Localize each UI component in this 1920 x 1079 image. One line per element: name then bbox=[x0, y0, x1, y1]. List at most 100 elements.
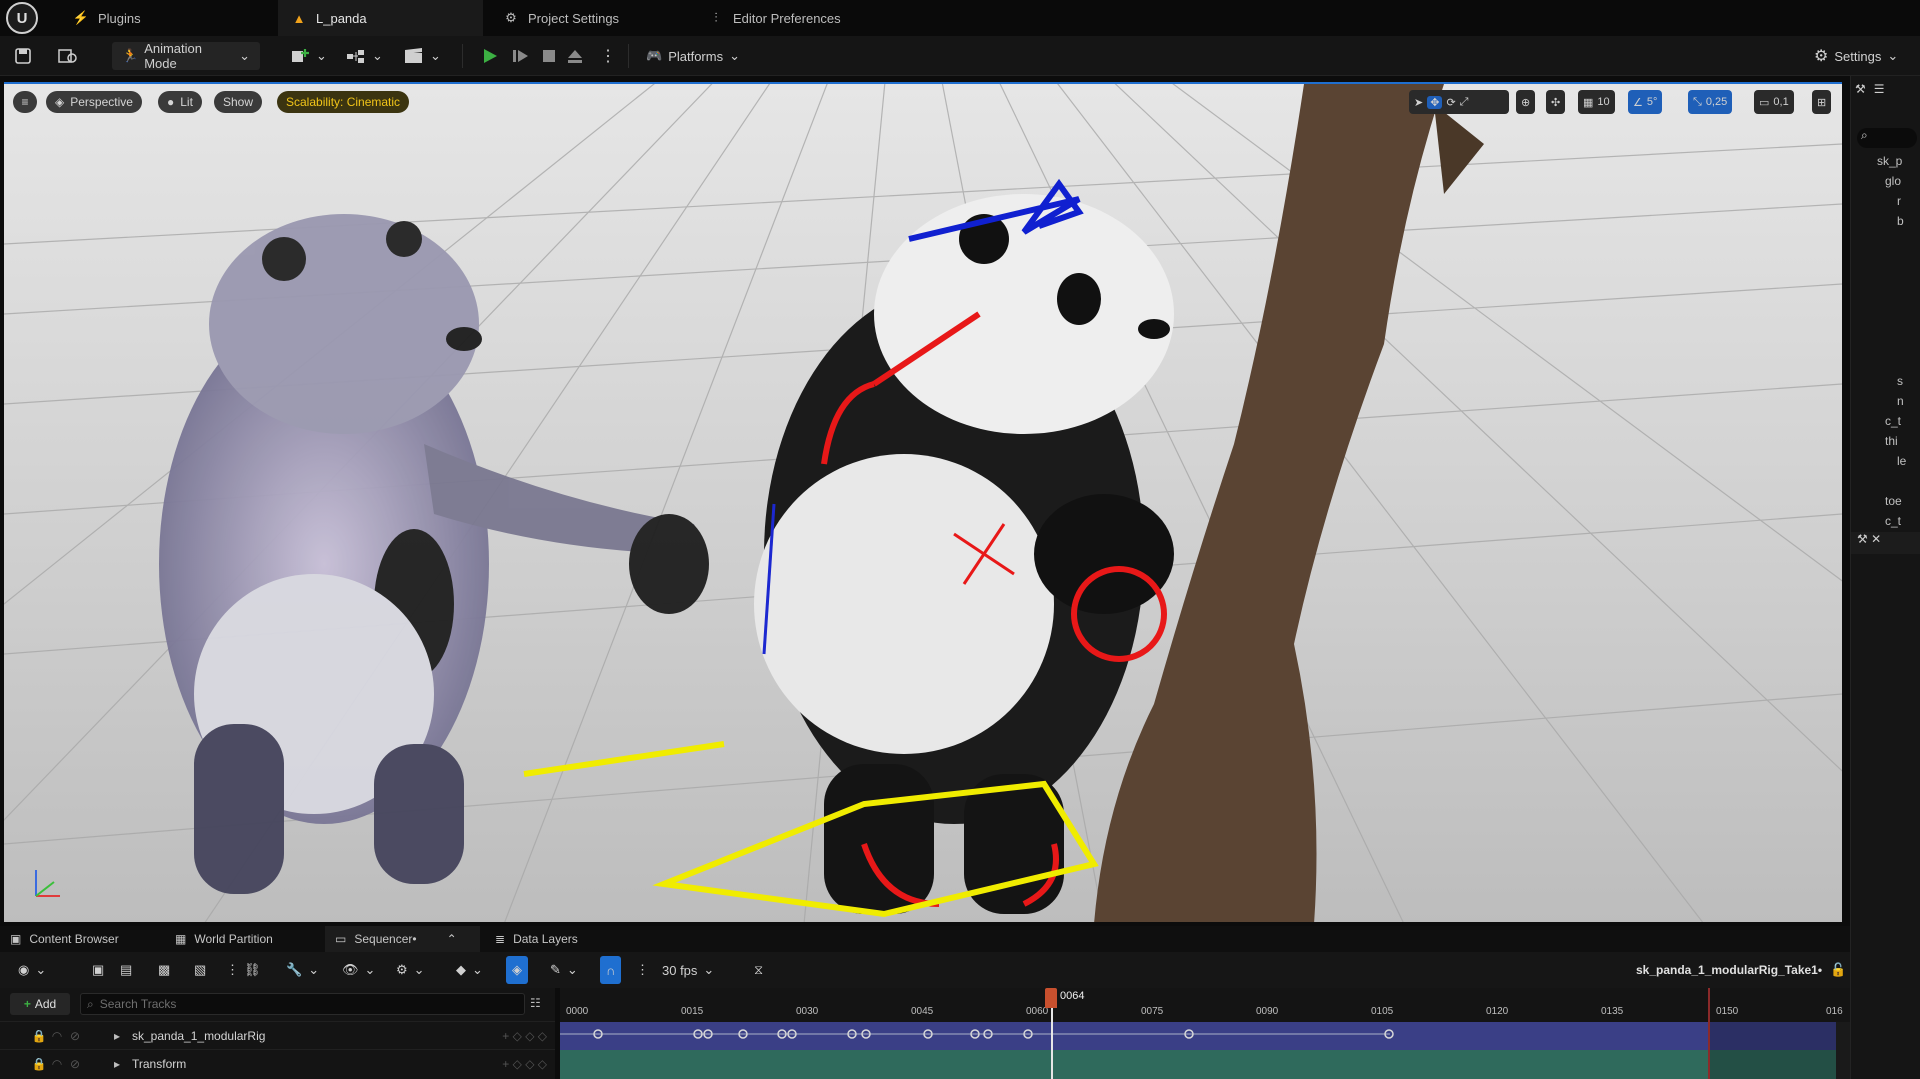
mute-icon[interactable]: ⊘ bbox=[66, 1027, 84, 1045]
bottom-panel-tabs: ▣ Content Browser ▦ World Partition ▭ Se… bbox=[0, 926, 1850, 952]
tab-label: Editor Preferences bbox=[733, 10, 841, 26]
grid-snap-toggle[interactable]: ▦ 10 bbox=[1578, 90, 1615, 114]
snap-toggle[interactable]: ∩ bbox=[600, 956, 622, 984]
tree-item[interactable]: toe bbox=[1885, 494, 1902, 512]
fps-dropdown[interactable]: 30 fps ⌄ bbox=[662, 956, 714, 984]
animation-mode-dropdown[interactable]: 🏃 Animation Mode ⌄ bbox=[112, 41, 260, 71]
browse-icon[interactable] bbox=[58, 42, 78, 70]
edit-mode-dropdown[interactable]: ✎ ⌄ bbox=[550, 956, 578, 984]
platforms-dropdown[interactable]: 🎮 Platforms ⌄ bbox=[646, 42, 740, 70]
expand-arrow-icon[interactable]: ▸ bbox=[108, 1027, 126, 1045]
mute-icon[interactable]: ⊘ bbox=[66, 1055, 84, 1073]
translate-icon[interactable]: ✥ bbox=[1427, 95, 1443, 109]
solo-icon[interactable]: ◠ bbox=[48, 1027, 66, 1045]
solo-icon[interactable]: ◠ bbox=[48, 1055, 66, 1073]
tab-content-browser[interactable]: ▣ Content Browser bbox=[0, 926, 165, 952]
viewport-scene bbox=[4, 84, 1842, 922]
cinematic-button[interactable]: ▧ bbox=[194, 956, 206, 984]
show-button[interactable]: Show bbox=[214, 91, 263, 113]
settings-dropdown[interactable]: ⚙ Settings ⌄ bbox=[1814, 42, 1898, 70]
gear-icon: ⚙ bbox=[396, 962, 408, 977]
perspective-button[interactable]: ◈ Perspective bbox=[46, 91, 142, 113]
tree-item[interactable]: c_t bbox=[1885, 414, 1901, 432]
tree-item[interactable]: b bbox=[1897, 214, 1904, 232]
auto-key-toggle[interactable]: ◈ bbox=[506, 956, 528, 984]
tree-item[interactable]: le bbox=[1897, 454, 1906, 472]
surface-snap-toggle[interactable]: ✣ bbox=[1546, 90, 1566, 114]
viewport-layout-button[interactable]: ⊞ bbox=[1812, 90, 1832, 114]
tree-item[interactable]: n bbox=[1897, 394, 1904, 412]
tab-level[interactable]: ▲ L_panda bbox=[278, 0, 483, 36]
key-type-dropdown[interactable]: ◆ ⌄ bbox=[456, 956, 483, 984]
lock-icon[interactable]: 🔒 bbox=[30, 1027, 48, 1045]
camera-speed-button[interactable]: ▭ 0,1 bbox=[1754, 90, 1794, 114]
scale-snap-toggle[interactable]: ⤡ 0,25 bbox=[1688, 90, 1733, 114]
world-local-toggle[interactable]: ⊕ bbox=[1516, 90, 1536, 114]
more-options-icon[interactable]: ⋮ bbox=[226, 956, 239, 984]
rotation-snap-toggle[interactable]: ∠ 5° bbox=[1628, 90, 1663, 114]
view-options-dropdown[interactable]: 👁 ⌄ bbox=[342, 956, 375, 984]
tab-world-partition[interactable]: ▦ World Partition bbox=[165, 926, 325, 952]
tab-project-settings[interactable]: ⚙ Project Settings bbox=[490, 0, 690, 36]
tab-plugins[interactable]: ⚡ Plugins bbox=[60, 0, 275, 36]
hammer-icon[interactable]: ⚒ bbox=[1855, 82, 1866, 100]
select-cursor-icon[interactable]: ➤ bbox=[1414, 96, 1423, 109]
track-row[interactable]: 🔒 ◠ ⊘ ▸ Transform + ◇ ◇ ◇ bbox=[0, 1049, 555, 1077]
viewport-menu-button[interactable]: ≡ bbox=[13, 91, 37, 113]
tab-data-layers[interactable]: ≣ Data Layers bbox=[485, 926, 635, 952]
sequencer-toolbar: ◉ ⌄ ▣ ▤ ▩ ▧ ⋮ ⛓ 🔧 ⌄ 👁 ⌄ ⚙ ⌄ ◆ ⌄ ◈ ✎ ⌄ ∩ ⋮ 30 f… bbox=[0, 952, 1850, 988]
playhead-handle[interactable] bbox=[1045, 988, 1057, 1008]
render-movie-button[interactable]: ▩ bbox=[158, 956, 170, 984]
chevron-up-icon[interactable]: ⌃ bbox=[447, 932, 457, 946]
scale-icon[interactable]: ⤢ bbox=[1460, 96, 1469, 109]
add-actor-button[interactable]: ⌄ bbox=[290, 42, 327, 70]
rotate-icon[interactable]: ⟳ bbox=[1446, 96, 1455, 109]
play-button[interactable] bbox=[480, 42, 500, 70]
blueprint-button[interactable]: ⌄ bbox=[346, 42, 383, 70]
world-selector-button[interactable]: ◉ ⌄ bbox=[18, 956, 46, 984]
tree-item[interactable]: c_t bbox=[1885, 514, 1901, 532]
level-viewport[interactable]: ≡ ◈ Perspective ● Lit Show Scalability: … bbox=[4, 82, 1842, 922]
find-in-browser-button[interactable]: ▤ bbox=[120, 956, 132, 984]
sequence-name-label: sk_panda_1_modularRig_Take1• bbox=[1636, 963, 1823, 977]
details-tab-header[interactable]: ⚒ ✕ bbox=[1851, 532, 1920, 554]
track-label: Transform bbox=[132, 1056, 187, 1071]
more-options-icon[interactable]: ⋮ bbox=[600, 42, 616, 70]
stop-button[interactable] bbox=[540, 42, 558, 70]
search-tracks-input[interactable]: ⌕ Search Tracks bbox=[80, 993, 525, 1015]
cinematics-button[interactable]: ⌄ bbox=[404, 42, 441, 70]
tree-item[interactable]: r bbox=[1897, 194, 1901, 212]
add-key-icon[interactable]: + ◇ ◇ ◇ bbox=[502, 1057, 547, 1071]
lock-icon[interactable]: 🔓 bbox=[1830, 956, 1846, 984]
add-key-icon[interactable]: + ◇ ◇ ◇ bbox=[502, 1029, 547, 1043]
track-row[interactable]: 🔒 ◠ ⊘ ▸ sk_panda_1_modularRig + ◇ ◇ ◇ bbox=[0, 1021, 555, 1049]
gear-icon: ⚙ bbox=[1814, 48, 1829, 65]
sequencer-timeline[interactable]: 0000 0015 0030 0045 0060 0075 0090 0105 … bbox=[560, 988, 1850, 1079]
scalability-badge[interactable]: Scalability: Cinematic bbox=[277, 91, 410, 113]
lit-button[interactable]: ● Lit bbox=[158, 91, 202, 113]
actions-button[interactable]: ⛓ bbox=[244, 956, 261, 984]
more-options-icon[interactable]: ⋮ bbox=[636, 956, 649, 984]
tree-item[interactable]: thi bbox=[1885, 434, 1898, 452]
unreal-logo-icon[interactable]: U bbox=[6, 2, 38, 34]
outliner-search[interactable]: ⌕ bbox=[1857, 128, 1917, 148]
tree-item[interactable]: sk_p bbox=[1877, 154, 1902, 172]
curve-editor-button[interactable]: ⧖ bbox=[754, 956, 763, 984]
lock-icon[interactable]: 🔒 bbox=[30, 1055, 48, 1073]
expand-arrow-icon[interactable]: ▸ bbox=[108, 1055, 126, 1073]
tools-dropdown[interactable]: 🔧 ⌄ bbox=[286, 956, 319, 984]
tree-item[interactable]: glo bbox=[1885, 174, 1901, 192]
search-icon: ⌕ bbox=[87, 996, 94, 1011]
playback-options-dropdown[interactable]: ⚙ ⌄ bbox=[396, 956, 425, 984]
save-sequence-button[interactable]: ▣ bbox=[92, 956, 104, 984]
filter-icon[interactable]: ☷ bbox=[530, 996, 541, 1010]
tab-editor-preferences[interactable]: ⫶ Editor Preferences bbox=[695, 0, 915, 36]
tree-item[interactable]: s bbox=[1897, 374, 1903, 392]
add-track-button[interactable]: + Add bbox=[10, 993, 70, 1015]
step-frame-button[interactable] bbox=[510, 42, 530, 70]
tab-sequencer[interactable]: ▭ Sequencer• ⌃ bbox=[325, 926, 480, 952]
save-icon[interactable] bbox=[14, 42, 32, 70]
transform-track-bar[interactable] bbox=[560, 1050, 1836, 1079]
list-icon[interactable]: ☰ bbox=[1874, 82, 1885, 100]
eject-button[interactable] bbox=[566, 42, 584, 70]
